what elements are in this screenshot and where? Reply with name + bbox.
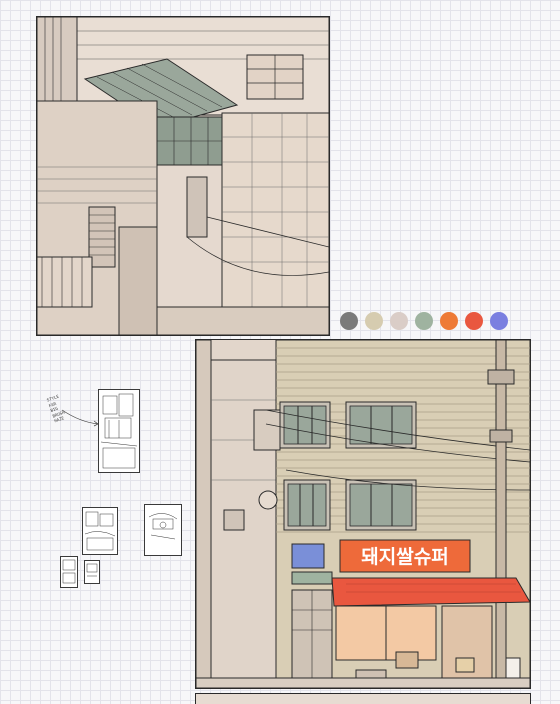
thumbnail-drawing [62, 559, 76, 584]
swatch-periwinkle [490, 312, 508, 330]
swatch-sage-green [415, 312, 433, 330]
thumbnail-drawing [148, 513, 178, 540]
artwork-storefront: 돼지쌀슈퍼 [195, 339, 531, 689]
rooftops-illustration [37, 17, 329, 335]
swatch-gray [340, 312, 358, 330]
artwork-next-partial [195, 693, 531, 704]
color-palette [340, 312, 520, 330]
thumbnail-sketch-right [144, 504, 182, 556]
swatch-red [465, 312, 483, 330]
swatch-beige [365, 312, 383, 330]
thumbnail-drawing [86, 563, 98, 577]
thumbnail-drawing [84, 511, 116, 551]
windows-lower [283, 479, 417, 531]
thumbnail-drawing [100, 393, 138, 469]
swatch-orange [440, 312, 458, 330]
thumbnail-sketch-tall [98, 389, 140, 473]
thumbnail-sketch-small-a [60, 556, 78, 588]
artwork-rooftops [36, 16, 330, 336]
shop-sign-text: 돼지쌀슈퍼 [361, 546, 448, 568]
storefront-illustration: 돼지쌀슈퍼 [196, 340, 530, 688]
thumbnail-sketch-small-b [84, 560, 100, 584]
swatch-pink-beige [390, 312, 408, 330]
thumbnail-sketch-mid [82, 507, 118, 555]
arrow-icon [61, 409, 99, 427]
